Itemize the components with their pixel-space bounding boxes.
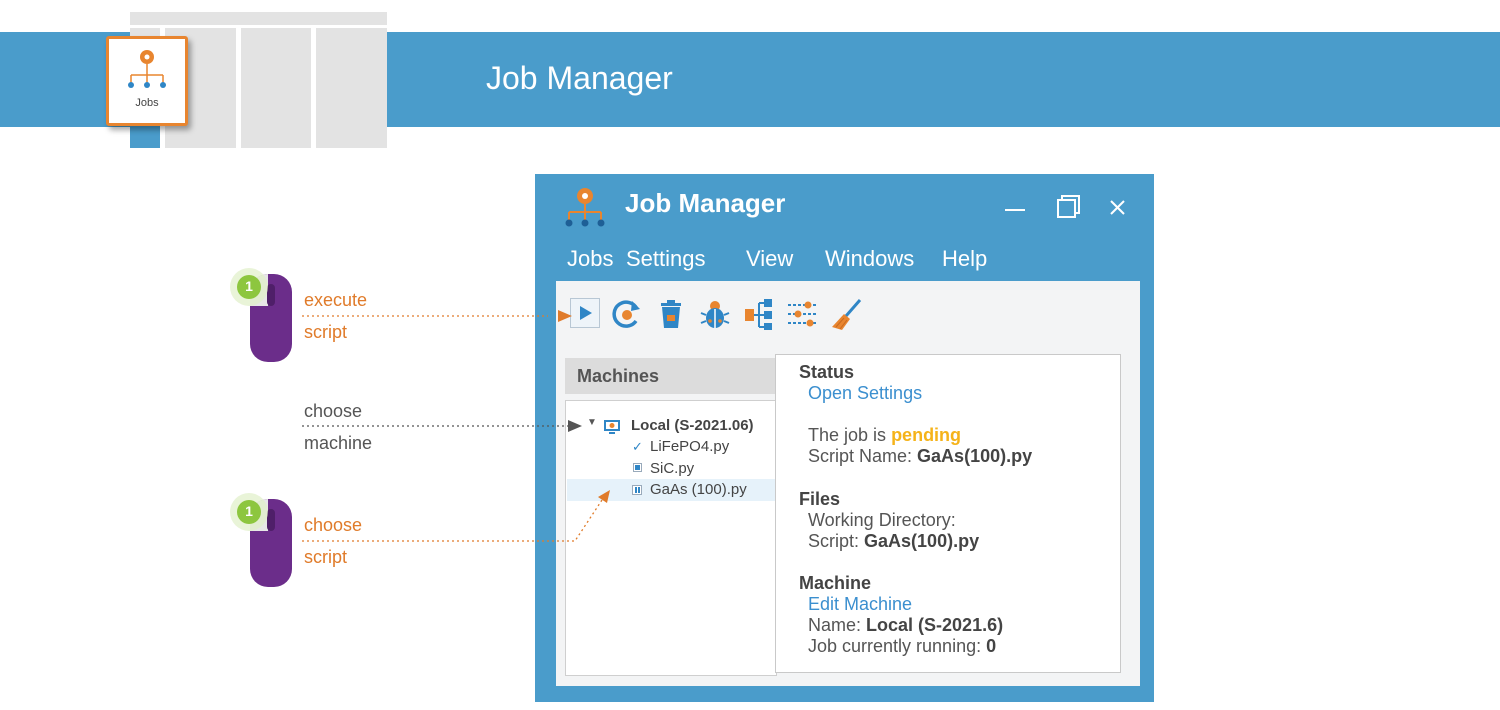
annotation-text: machine (304, 433, 373, 453)
annotation-connectors (302, 310, 610, 542)
annotation-text: choose (304, 401, 363, 421)
annotation-text: choose (304, 515, 363, 535)
annotation-text: script (304, 547, 348, 567)
step-badge-number: 1 (245, 503, 253, 519)
step-badge-number: 1 (245, 278, 253, 294)
annotation-text: execute (304, 290, 368, 310)
annotation-text: script (304, 322, 348, 342)
